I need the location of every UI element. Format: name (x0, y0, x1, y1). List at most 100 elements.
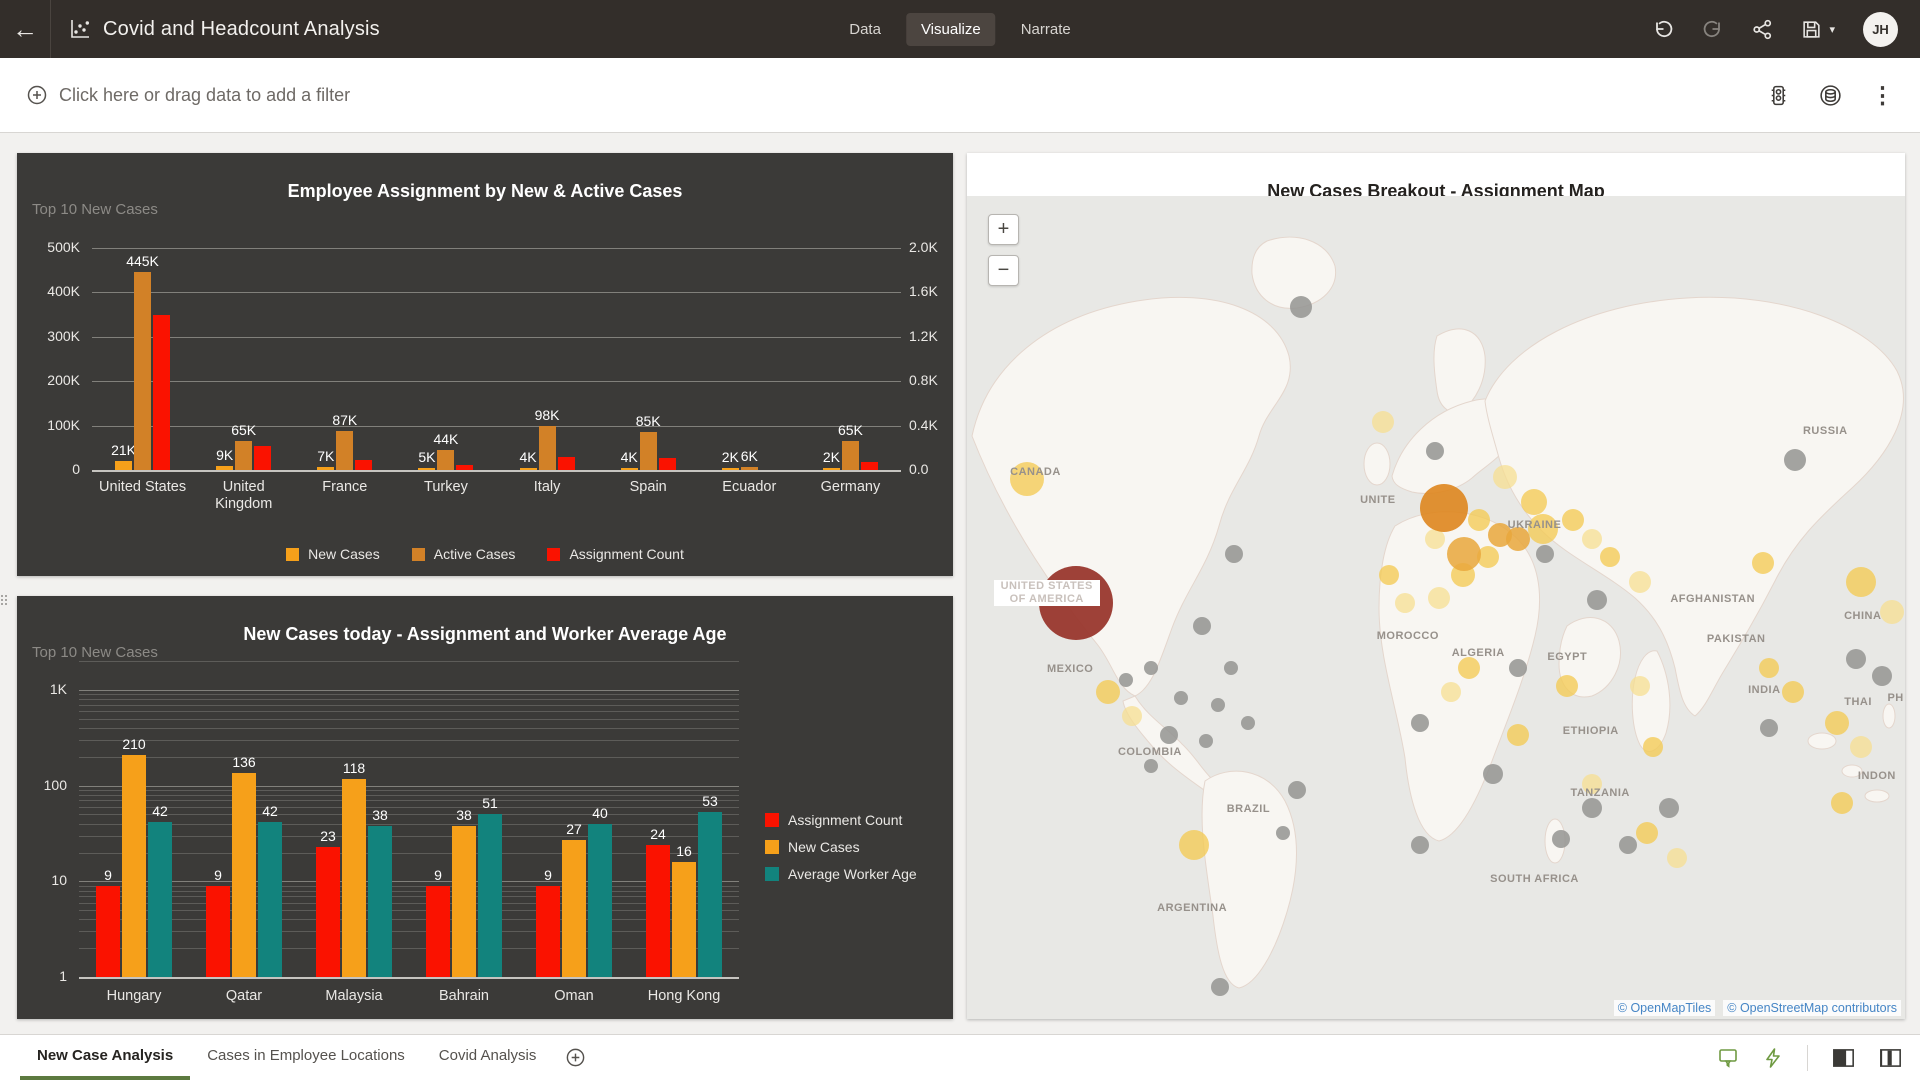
bar[interactable] (418, 468, 435, 470)
bar[interactable] (148, 822, 172, 977)
nav-tab-data[interactable]: Data (834, 13, 896, 46)
legend-label: Active Cases (434, 546, 516, 562)
bar[interactable] (558, 457, 575, 470)
bar[interactable] (122, 755, 146, 977)
minor-gridline (79, 919, 739, 920)
legend-label: Average Worker Age (788, 866, 917, 882)
map-country-label: UKRAINE (1508, 519, 1562, 531)
y-axis-tick: 1 (17, 968, 67, 984)
redo-icon (1702, 18, 1724, 40)
bar[interactable] (206, 886, 230, 977)
share-button[interactable] (1752, 19, 1773, 40)
y-axis-tick: 200K (17, 372, 80, 388)
header-divider (50, 0, 51, 58)
bar[interactable] (456, 465, 473, 470)
save-button[interactable] (1801, 19, 1822, 40)
canvas-tabs: New Case AnalysisCases in Employee Locat… (20, 1035, 553, 1080)
save-icon (1801, 19, 1822, 40)
bar[interactable] (672, 862, 696, 977)
bar[interactable] (621, 468, 638, 470)
bar[interactable] (153, 315, 170, 470)
bar[interactable] (254, 446, 271, 470)
bar[interactable] (426, 886, 450, 977)
bar[interactable] (539, 426, 556, 470)
overflow-menu-icon[interactable]: ⋮ (1871, 84, 1894, 107)
bar[interactable] (235, 441, 252, 470)
redo-button[interactable] (1702, 18, 1724, 40)
legend-item[interactable]: New Cases (765, 839, 917, 855)
legend-item[interactable]: Assignment Count (765, 812, 917, 828)
bar[interactable] (722, 468, 739, 470)
panel-resize-handle[interactable] (1, 585, 8, 615)
bar[interactable] (336, 431, 353, 470)
attribution-openmaptiles-link[interactable]: © OpenMapTiles (1614, 1000, 1716, 1016)
canvas-tab-new-case-analysis[interactable]: New Case Analysis (20, 1035, 190, 1080)
bar[interactable] (478, 814, 502, 977)
bar[interactable] (698, 812, 722, 977)
bar[interactable] (520, 468, 537, 470)
bar[interactable] (96, 886, 120, 977)
save-menu-caret-icon[interactable]: ▾ (1829, 23, 1835, 36)
layout-right-panel-icon[interactable] (1832, 1048, 1855, 1068)
bar[interactable] (823, 468, 840, 470)
x-axis-label: Hong Kong (634, 988, 734, 1005)
bar[interactable] (316, 847, 340, 977)
bar[interactable] (216, 466, 233, 470)
add-filter-button[interactable]: Click here or drag data to add a filter (26, 84, 350, 106)
map-area[interactable]: CANADAUNITED STATES OF AMERICAMEXICOCOLO… (967, 196, 1905, 1019)
back-button[interactable]: ← (0, 0, 50, 58)
y-axis-tick: 300K (17, 328, 80, 344)
canvas-tab-cases-in-employee-locations[interactable]: Cases in Employee Locations (190, 1035, 422, 1080)
undo-button[interactable] (1652, 18, 1674, 40)
add-canvas-button[interactable] (565, 1035, 586, 1080)
bar[interactable] (588, 824, 612, 977)
auto-apply-button[interactable] (1763, 1047, 1783, 1069)
bar[interactable] (659, 458, 676, 470)
zoom-in-button[interactable]: + (988, 214, 1019, 245)
bar[interactable] (646, 845, 670, 977)
nav-tab-visualize[interactable]: Visualize (906, 13, 996, 46)
bar[interactable] (317, 467, 334, 470)
attribution-openstreetmap-link[interactable]: © OpenStreetMap contributors (1723, 1000, 1901, 1016)
legend-label: Assignment Count (569, 546, 683, 562)
bar[interactable] (368, 826, 392, 977)
layout-split-panel-icon[interactable] (1879, 1048, 1902, 1068)
map-country-label: CANADA (1010, 466, 1061, 478)
legend-item[interactable]: Active Cases (412, 546, 516, 562)
minor-gridline (79, 891, 739, 892)
bar[interactable] (640, 432, 657, 470)
save-button-group: ▾ (1801, 19, 1835, 40)
minor-gridline (79, 661, 739, 662)
legend-item[interactable]: Assignment Count (547, 546, 683, 562)
bar[interactable] (452, 826, 476, 977)
bar[interactable] (355, 460, 372, 470)
y-axis-tick: 1K (17, 681, 67, 697)
map-country-label: PH (1887, 692, 1903, 704)
legend-swatch (547, 548, 560, 561)
minor-gridline (79, 800, 739, 801)
legend-label: Assignment Count (788, 812, 902, 828)
canvas-tab-covid-analysis[interactable]: Covid Analysis (422, 1035, 554, 1080)
bar[interactable] (115, 461, 132, 470)
minor-gridline (79, 711, 739, 712)
legend-item[interactable]: New Cases (286, 546, 380, 562)
nav-tab-narrate[interactable]: Narrate (1006, 13, 1086, 46)
zoom-out-button[interactable]: − (988, 255, 1019, 286)
bar[interactable] (536, 886, 560, 977)
bar[interactable] (861, 462, 878, 470)
bar[interactable] (842, 441, 859, 470)
canvas-properties-button[interactable] (1717, 1047, 1739, 1069)
bar[interactable] (741, 467, 758, 470)
bar[interactable] (258, 822, 282, 977)
filter-bar-actions: ⋮ (1767, 83, 1894, 108)
bar[interactable] (134, 272, 151, 470)
map-country-label: UNITE (1360, 494, 1396, 506)
bar[interactable] (562, 840, 586, 977)
limit-values-icon[interactable] (1767, 84, 1790, 107)
avatar[interactable]: JH (1863, 12, 1898, 47)
legend-item[interactable]: Average Worker Age (765, 866, 917, 882)
refresh-data-icon[interactable] (1818, 83, 1843, 108)
x-axis-label: United Kingdom (196, 479, 292, 513)
y-axis-tick: 100K (17, 417, 80, 433)
bar[interactable] (437, 450, 454, 470)
